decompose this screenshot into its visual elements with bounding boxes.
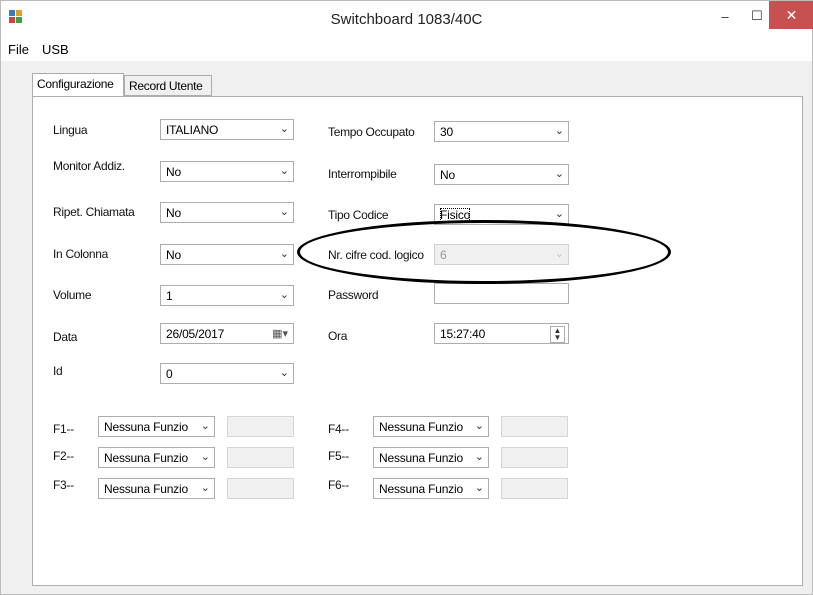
f5-select[interactable]: Nessuna Funzio ⌄	[373, 447, 489, 468]
f6-select[interactable]: Nessuna Funzio ⌄	[373, 478, 489, 499]
nr-cifre-value: 6	[440, 248, 447, 262]
lingua-select[interactable]: ITALIANO ⌄	[160, 119, 294, 140]
chevron-down-icon: ⌄	[279, 248, 289, 260]
chevron-down-icon: ⌄	[279, 123, 289, 135]
password-label: Password	[328, 288, 379, 302]
f1-value: Nessuna Funzio	[104, 420, 188, 434]
menu-file[interactable]: File	[8, 42, 29, 57]
chevron-down-icon: ⌄	[279, 165, 289, 177]
monitor-label: Monitor Addiz.	[53, 159, 125, 173]
interrompibile-value: No	[440, 168, 455, 182]
calendar-icon[interactable]: ▦▾	[272, 327, 288, 340]
ora-label: Ora	[328, 329, 348, 343]
f2-number-field	[227, 447, 294, 468]
f6-number-field	[501, 478, 568, 499]
title-bar: Switchboard 1083/40C – ☐ ✕	[1, 1, 813, 39]
window-title: Switchboard 1083/40C	[330, 11, 483, 28]
f5-value: Nessuna Funzio	[379, 451, 463, 465]
id-value: 0	[166, 367, 173, 381]
f1-select[interactable]: Nessuna Funzio ⌄	[98, 416, 215, 437]
volume-label: Volume	[53, 288, 92, 302]
f4-value: Nessuna Funzio	[379, 420, 463, 434]
password-field[interactable]	[434, 283, 569, 304]
volume-select[interactable]: 1 ⌄	[160, 285, 294, 306]
chevron-down-icon: ⌄	[554, 248, 564, 260]
interrompibile-select[interactable]: No ⌄	[434, 164, 569, 185]
date-picker[interactable]: 26/05/2017 ▦▾	[160, 323, 294, 344]
f4-select[interactable]: Nessuna Funzio ⌄	[373, 416, 489, 437]
f5-label: F5--	[328, 449, 349, 463]
f3-value: Nessuna Funzio	[104, 482, 188, 496]
chevron-down-icon: ⌄	[474, 451, 484, 463]
close-button[interactable]: ✕	[769, 1, 813, 29]
chevron-down-icon: ⌄	[200, 482, 210, 494]
monitor-value: No	[166, 165, 181, 179]
f3-number-field	[227, 478, 294, 499]
nr-cifre-select: 6 ⌄	[434, 244, 569, 265]
f2-label: F2--	[53, 449, 74, 463]
tipo-codice-label: Tipo Codice	[328, 208, 389, 222]
chevron-down-icon: ⌄	[279, 289, 289, 301]
f3-label: F3--	[53, 478, 74, 492]
volume-value: 1	[166, 289, 173, 303]
f3-select[interactable]: Nessuna Funzio ⌄	[98, 478, 215, 499]
f6-value: Nessuna Funzio	[379, 482, 463, 496]
chevron-down-icon: ⌄	[279, 367, 289, 379]
configurazione-panel	[32, 96, 803, 586]
spinner-icon[interactable]: ▲ ▼	[550, 326, 565, 343]
f1-number-field	[227, 416, 294, 437]
f2-select[interactable]: Nessuna Funzio ⌄	[98, 447, 215, 468]
date-value: 26/05/2017	[166, 327, 225, 341]
data-label: Data	[53, 330, 78, 344]
menu-bar: File USB	[1, 39, 812, 61]
tipo-codice-value: Fisico	[440, 208, 471, 222]
tempo-select[interactable]: 30 ⌄	[434, 121, 569, 142]
chevron-down-icon: ⌄	[279, 206, 289, 218]
time-value: 15:27:40	[440, 327, 486, 341]
chevron-down-icon: ⌄	[200, 420, 210, 432]
f4-label: F4--	[328, 422, 349, 436]
chevron-down-icon: ⌄	[474, 482, 484, 494]
tipo-codice-select[interactable]: Fisico ⌄	[434, 204, 569, 225]
lingua-value: ITALIANO	[166, 123, 219, 137]
id-label: Id	[53, 364, 63, 378]
f6-label: F6--	[328, 478, 349, 492]
minimize-button[interactable]: –	[709, 1, 741, 31]
colonna-label: In Colonna	[53, 247, 109, 261]
f4-number-field	[501, 416, 568, 437]
tempo-value: 30	[440, 125, 453, 139]
colonna-value: No	[166, 248, 181, 262]
ripet-select[interactable]: No ⌄	[160, 202, 294, 223]
ripet-label: Ripet. Chiamata	[53, 205, 135, 219]
chevron-down-icon: ⌄	[474, 420, 484, 432]
chevron-down-icon: ⌄	[554, 208, 564, 220]
menu-usb[interactable]: USB	[42, 42, 69, 57]
colonna-select[interactable]: No ⌄	[160, 244, 294, 265]
monitor-select[interactable]: No ⌄	[160, 161, 294, 182]
ripet-value: No	[166, 206, 181, 220]
tab-record-utente[interactable]: Record Utente	[124, 75, 212, 96]
f5-number-field	[501, 447, 568, 468]
id-select[interactable]: 0 ⌄	[160, 363, 294, 384]
interrompibile-label: Interrompibile	[328, 167, 397, 181]
chevron-down-icon: ⌄	[200, 451, 210, 463]
tab-configurazione[interactable]: Configurazione	[32, 73, 124, 96]
f1-label: F1--	[53, 422, 74, 436]
tempo-label: Tempo Occupato	[328, 125, 415, 139]
chevron-down-icon: ⌄	[554, 125, 564, 137]
time-picker[interactable]: 15:27:40 ▲ ▼	[434, 323, 569, 344]
nr-cifre-label: Nr. cifre cod. logico	[328, 248, 424, 262]
app-window: Switchboard 1083/40C – ☐ ✕ File USB Conf…	[0, 0, 813, 595]
lingua-label: Lingua	[53, 123, 88, 137]
f2-value: Nessuna Funzio	[104, 451, 188, 465]
chevron-down-icon: ⌄	[554, 168, 564, 180]
